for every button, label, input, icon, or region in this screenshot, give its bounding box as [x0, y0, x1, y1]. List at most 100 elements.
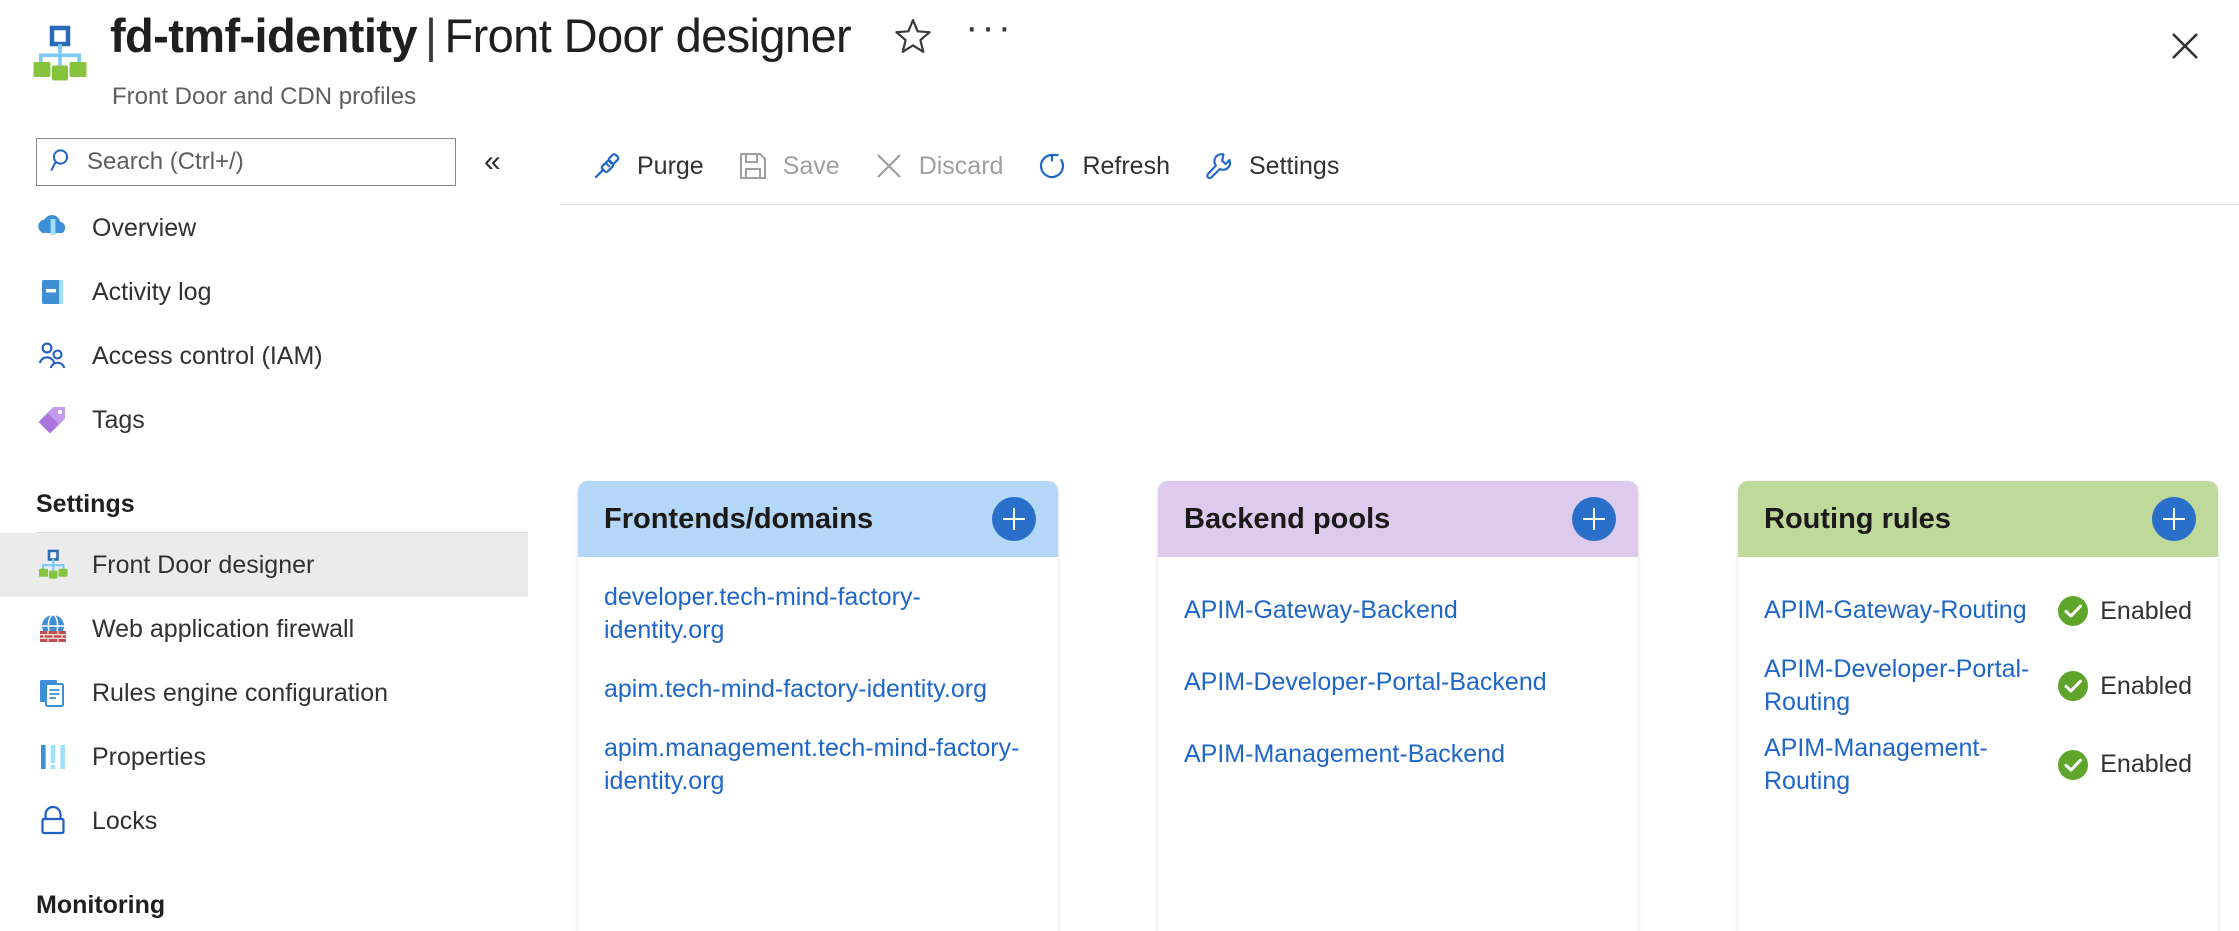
list-item[interactable]: APIM-Developer-Portal-Routing Enabled [1764, 647, 2192, 726]
sidebar-item-label: Tags [92, 405, 145, 434]
status-badge: Enabled [2058, 671, 2192, 702]
sidebar-item-overview[interactable]: Overview [0, 196, 560, 260]
sidebar-item-tags[interactable]: Tags [0, 388, 560, 452]
list-item[interactable]: APIM-Management-Backend [1184, 719, 1612, 791]
settings-button[interactable]: Settings [1190, 137, 1351, 195]
frontend-link[interactable]: apim.tech-mind-factory-identity.org [604, 673, 987, 706]
discard-button[interactable]: Discard [860, 137, 1016, 195]
page-title: fd-tmf-identity | Front Door designer [110, 8, 852, 63]
card-header: Routing rules [1738, 481, 2218, 557]
collapse-sidebar-button[interactable]: « [484, 147, 501, 177]
backend-pool-link[interactable]: APIM-Gateway-Backend [1184, 594, 1458, 627]
lock-icon [36, 804, 70, 838]
sidebar-item-label: Rules engine configuration [92, 678, 389, 707]
list-item[interactable]: APIM-Gateway-Backend [1184, 575, 1612, 647]
tags-icon [36, 403, 70, 437]
sidebar-item-label: Access control (IAM) [92, 341, 323, 370]
routing-rule-link[interactable]: APIM-Gateway-Routing [1764, 594, 2027, 627]
discard-button-label: Discard [918, 151, 1004, 180]
sidebar-group-monitoring: Monitoring [36, 890, 166, 919]
check-circle-icon [2058, 596, 2089, 626]
list-item[interactable]: developer.tech-mind-factory-identity.org [604, 575, 1032, 654]
sidebar-group-settings: Settings [36, 489, 135, 518]
discard-icon [872, 149, 906, 183]
sidebar-item-locks[interactable]: Locks [0, 789, 560, 853]
sidebar-item-label: Locks [92, 806, 158, 835]
status-label: Enabled [2100, 596, 2192, 625]
sidebar-item-label: Activity log [92, 277, 212, 306]
sidebar-item-properties[interactable]: Properties [0, 725, 560, 789]
backend-pool-link[interactable]: APIM-Developer-Portal-Backend [1184, 666, 1547, 699]
search-input-wrapper[interactable] [36, 138, 456, 186]
card-title: Backend pools [1184, 502, 1391, 535]
routing-rule-link[interactable]: APIM-Management-Routing [1764, 732, 2048, 799]
routing-rule-link[interactable]: APIM-Developer-Portal-Routing [1764, 653, 2048, 720]
page-title-row: fd-tmf-identity | Front Door designer ··· [110, 7, 1014, 63]
search-input[interactable] [87, 148, 437, 176]
overview-icon [36, 211, 70, 245]
list-item[interactable]: APIM-Management-Routing Enabled [1764, 726, 2192, 805]
sidebar-item-label: Overview [92, 213, 197, 242]
more-options-button[interactable]: ··· [965, 7, 1014, 53]
settings-wrench-icon [1202, 149, 1236, 183]
card-title: Frontends/domains [604, 502, 874, 535]
refresh-button-label: Refresh [1082, 151, 1170, 180]
properties-icon [36, 740, 70, 774]
sidebar-item-label: Properties [92, 742, 206, 771]
sidebar-item-front-door-designer[interactable]: Front Door designer [0, 533, 528, 597]
access-control-icon [36, 339, 70, 373]
list-item[interactable]: APIM-Developer-Portal-Backend [1184, 647, 1612, 719]
frontends-domains-card: Frontends/domains developer.tech-mind-fa… [578, 481, 1058, 931]
search-icon [50, 147, 76, 178]
status-label: Enabled [2100, 750, 2192, 779]
frontend-link[interactable]: developer.tech-mind-factory-identity.org [604, 581, 1032, 648]
card-header: Backend pools [1158, 481, 1638, 557]
sidebar-item-label: Front Door designer [92, 550, 315, 579]
backend-pool-link[interactable]: APIM-Management-Backend [1184, 738, 1505, 771]
sidebar-nav-list: Overview Activity log Access control (IA… [0, 196, 560, 931]
save-icon [736, 149, 770, 183]
sidebar-item-web-application-firewall[interactable]: Web application firewall [0, 597, 560, 661]
status-badge: Enabled [2058, 596, 2192, 626]
front-door-designer-board: Frontends/domains developer.tech-mind-fa… [560, 204, 2239, 931]
add-routing-rule-button[interactable] [2152, 497, 2196, 541]
blade-sidebar: « Overview [0, 128, 560, 931]
activity-log-icon [36, 275, 70, 309]
front-door-icon [26, 22, 92, 88]
close-icon[interactable] [2161, 22, 2209, 70]
page-title-subpage: Front Door designer [444, 9, 852, 62]
list-item[interactable]: APIM-Gateway-Routing Enabled [1764, 575, 2192, 647]
card-title: Routing rules [1764, 502, 1951, 535]
purge-button[interactable]: Purge [578, 137, 716, 195]
sidebar-search-row: « [36, 138, 501, 186]
page-title-resource: fd-tmf-identity [110, 9, 417, 62]
refresh-icon [1035, 149, 1069, 183]
sidebar-item-rules-engine-configuration[interactable]: Rules engine configuration [0, 661, 560, 725]
save-button-label: Save [782, 151, 840, 180]
refresh-button[interactable]: Refresh [1023, 137, 1182, 195]
front-door-icon [36, 548, 70, 582]
status-label: Enabled [2100, 671, 2192, 700]
add-backend-pool-button[interactable] [1572, 497, 1616, 541]
backend-pools-card: Backend pools APIM-Gateway-Backend APIM-… [1158, 481, 1638, 931]
azure-portal-blade: fd-tmf-identity | Front Door designer ··· … [0, 0, 2239, 931]
sidebar-item-activity-log[interactable]: Activity log [0, 260, 560, 324]
sidebar-item-access-control[interactable]: Access control (IAM) [0, 324, 560, 388]
command-toolbar: Purge Save Discard Refresh Settings [560, 128, 2239, 204]
list-item[interactable]: apim.tech-mind-factory-identity.org [604, 654, 1032, 726]
check-circle-icon [2058, 671, 2089, 702]
rules-engine-icon [36, 676, 70, 710]
star-icon[interactable] [893, 16, 933, 56]
firewall-icon [36, 612, 70, 646]
purge-button-label: Purge [637, 151, 704, 180]
card-header: Frontends/domains [578, 481, 1058, 557]
card-body: developer.tech-mind-factory-identity.org… [578, 557, 1058, 804]
add-frontend-button[interactable] [992, 497, 1036, 541]
list-item[interactable]: apim.management.tech-mind-factory-identi… [604, 726, 1032, 805]
frontend-link[interactable]: apim.management.tech-mind-factory-identi… [604, 732, 1032, 799]
blade-main: Purge Save Discard Refresh Settings Fron… [560, 128, 2239, 931]
purge-icon [590, 149, 624, 183]
save-button[interactable]: Save [724, 137, 852, 195]
